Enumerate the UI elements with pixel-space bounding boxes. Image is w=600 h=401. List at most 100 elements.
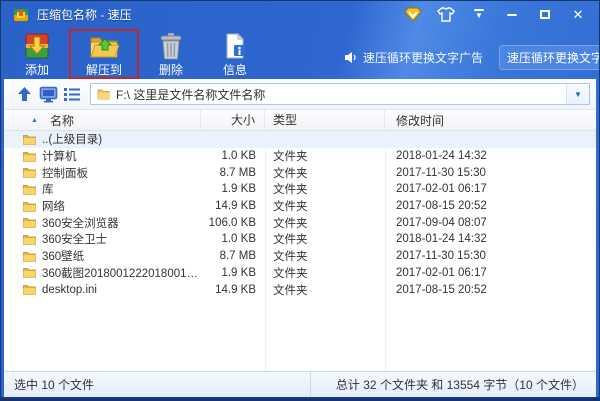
file-row[interactable]: 控制面板 8.7 MB 文件夹 2017-11-30 15:30 — [4, 164, 596, 181]
file-modified: 2017-08-15 20:52 — [385, 284, 596, 296]
address-dropdown-icon: ▼ — [574, 90, 582, 99]
app-window: 压缩包名称 - 速压 ▼ ✕ — [0, 0, 600, 401]
column-header-size[interactable]: 大小 — [201, 110, 265, 130]
ad-button[interactable]: 速压循环更换文字 — [499, 45, 600, 70]
window-title: 压缩包名称 - 速压 — [37, 6, 132, 23]
ad-area: 速压循环更换文字广告 速压循环更换文字 — [344, 29, 599, 70]
close-button[interactable]: ✕ — [567, 5, 589, 25]
folder-icon — [23, 134, 36, 145]
info-document-icon — [223, 33, 247, 60]
file-row[interactable]: desktop.ini 14.9 KB 文件夹 2017-08-15 20:52 — [4, 281, 596, 298]
column-header-name[interactable]: ▲ 名称 — [4, 110, 201, 130]
extract-button-label: 解压到 — [86, 61, 122, 78]
file-size: 106.0 KB — [201, 217, 265, 229]
file-name-cell: 计算机 — [4, 148, 201, 164]
add-button[interactable]: 添加 — [5, 29, 69, 79]
folder-icon — [23, 251, 36, 262]
file-type: 文件夹 — [265, 165, 385, 181]
navbar: F:\ 这里是文件名称文件名称 ▼ — [4, 79, 596, 110]
file-modified: 2017-09-04 08:07 — [385, 217, 596, 229]
address-folder-icon — [97, 88, 110, 100]
sort-ascending-icon: ▲ — [31, 117, 38, 124]
folder-icon — [23, 167, 36, 178]
add-button-label: 添加 — [25, 61, 49, 78]
extract-folder-icon — [89, 33, 119, 60]
info-button-label: 信息 — [223, 61, 247, 78]
file-row[interactable]: 360截图201800122201800122... 1.9 KB 文件夹 20… — [4, 265, 596, 282]
file-modified: 2017-08-15 20:52 — [385, 200, 596, 212]
file-list: ▲ 名称 大小 类型 修改时间 ..(上级目录) — [4, 110, 596, 371]
file-name: 网络 — [42, 198, 201, 214]
ad-text[interactable]: 速压循环更换文字广告 — [363, 49, 483, 66]
file-name-cell: 网络 — [4, 198, 201, 214]
file-name: 360截图201800122201800122... — [42, 265, 201, 281]
file-name: 库 — [42, 181, 201, 197]
file-type: 文件夹 — [265, 198, 385, 214]
file-type: 文件夹 — [265, 282, 385, 298]
extract-button[interactable]: 解压到 — [69, 29, 139, 79]
file-name-cell: 360壁纸 — [4, 248, 201, 264]
list-view-icon[interactable] — [60, 82, 84, 106]
file-name: 360安全卫士 — [42, 231, 201, 247]
delete-button-label: 删除 — [159, 61, 183, 78]
file-modified: 2017-11-30 15:30 — [385, 167, 596, 179]
file-name: desktop.ini — [42, 284, 201, 296]
file-type: 文件夹 — [265, 265, 385, 281]
window-bottom-edge — [1, 397, 599, 401]
file-row[interactable]: ..(上级目录) — [4, 131, 596, 148]
file-name-cell: ..(上级目录) — [4, 131, 201, 147]
folder-icon — [23, 201, 36, 212]
add-archive-icon — [23, 33, 51, 60]
file-name: 控制面板 — [42, 165, 201, 181]
skin-shirt-icon[interactable] — [435, 5, 457, 25]
main-menu-icon[interactable]: ▼ — [468, 5, 490, 25]
folder-icon — [23, 284, 36, 295]
column-header-type[interactable]: 类型 — [265, 110, 385, 130]
trash-icon — [159, 33, 183, 60]
file-type: 文件夹 — [265, 231, 385, 247]
app-logo-icon — [13, 7, 29, 23]
file-modified: 2018-01-24 14:32 — [385, 150, 596, 162]
folder-icon — [23, 217, 36, 228]
folder-icon — [23, 184, 36, 195]
file-name-cell: desktop.ini — [4, 284, 201, 296]
file-row[interactable]: 360安全卫士 1.0 KB 文件夹 2018-01-24 14:32 — [4, 231, 596, 248]
file-size: 1.0 KB — [201, 233, 265, 245]
view-monitor-icon[interactable] — [36, 82, 60, 106]
status-selection-text: 选中 10 个文件 — [4, 372, 311, 397]
status-totals-text: 总计 32 个文件夹 和 13554 字节（10 个文件） — [311, 376, 596, 393]
address-text[interactable]: F:\ 这里是文件名称文件名称 — [116, 86, 566, 103]
file-size: 14.9 KB — [201, 200, 265, 212]
up-directory-icon[interactable] — [12, 82, 36, 106]
file-row[interactable]: 360安全浏览器 106.0 KB 文件夹 2017-09-04 08:07 — [4, 214, 596, 231]
file-modified: 2017-02-01 06:17 — [385, 183, 596, 195]
file-name: 360安全浏览器 — [42, 215, 201, 231]
file-name: ..(上级目录) — [42, 131, 201, 147]
address-bar[interactable]: F:\ 这里是文件名称文件名称 ▼ — [90, 83, 590, 105]
file-row[interactable]: 计算机 1.0 KB 文件夹 2018-01-24 14:32 — [4, 148, 596, 165]
file-name-cell: 库 — [4, 181, 201, 197]
speaker-icon — [344, 51, 358, 64]
file-size: 14.9 KB — [201, 284, 265, 296]
maximize-button[interactable] — [534, 5, 556, 25]
file-name: 计算机 — [42, 148, 201, 164]
file-name-cell: 360安全浏览器 — [4, 215, 201, 231]
file-row[interactable]: 网络 14.9 KB 文件夹 2017-08-15 20:52 — [4, 198, 596, 215]
file-size: 8.7 MB — [201, 167, 265, 179]
titlebar: 压缩包名称 - 速压 ▼ ✕ — [1, 1, 599, 28]
info-button[interactable]: 信息 — [203, 29, 267, 79]
file-name-cell: 360截图201800122201800122... — [4, 265, 201, 281]
file-size: 8.7 MB — [201, 250, 265, 262]
column-header-modified[interactable]: 修改时间 — [385, 112, 596, 129]
file-name-cell: 360安全卫士 — [4, 231, 201, 247]
address-dropdown-button[interactable]: ▼ — [566, 84, 589, 104]
vip-gem-icon[interactable] — [402, 5, 424, 25]
minimize-button[interactable] — [501, 5, 523, 25]
column-header-name-label: 名称 — [50, 112, 74, 129]
file-row[interactable]: 360壁纸 8.7 MB 文件夹 2017-11-30 15:30 — [4, 248, 596, 265]
delete-button[interactable]: 删除 — [139, 29, 203, 79]
titlebar-controls: ▼ ✕ — [391, 5, 589, 25]
file-size: 1.0 KB — [201, 150, 265, 162]
file-type: 文件夹 — [265, 148, 385, 164]
file-row[interactable]: 库 1.9 KB 文件夹 2017-02-01 06:17 — [4, 181, 596, 198]
